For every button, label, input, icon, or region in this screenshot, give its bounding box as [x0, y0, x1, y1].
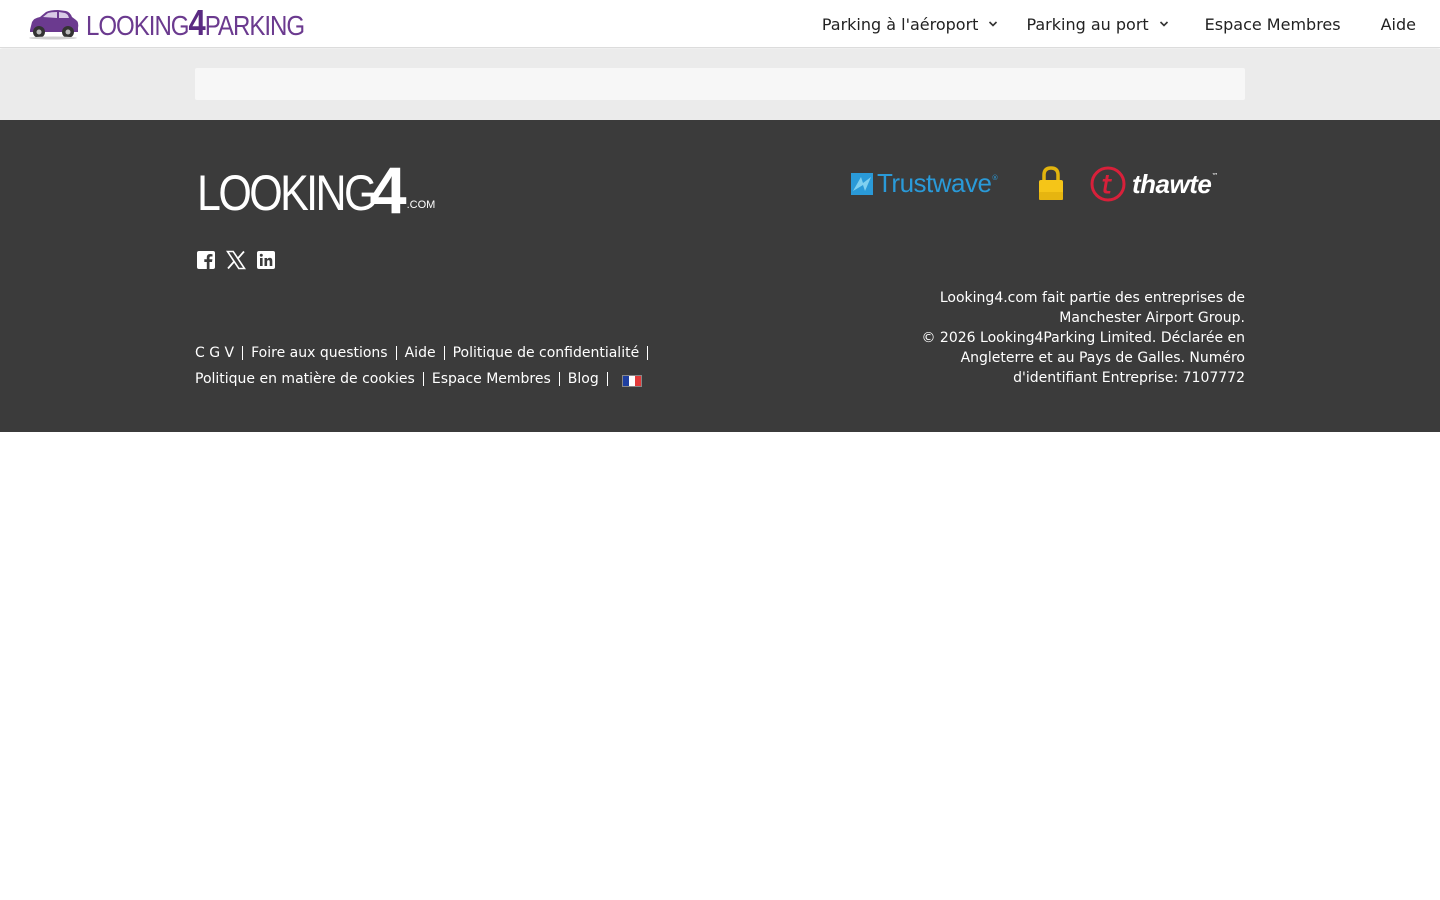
link-members-area[interactable]: Espace Membres: [432, 366, 551, 392]
car-logo-icon: [29, 10, 79, 40]
trustwave-registered-mark: ®: [991, 174, 999, 182]
brand-logo[interactable]: LOOKING 4 PARKING: [26, 1, 340, 43]
site-header: LOOKING 4 PARKING Parking à l'aéroport P…: [0, 0, 1440, 48]
linkedin-icon[interactable]: [256, 250, 276, 270]
trustwave-logo-icon: [851, 172, 873, 195]
nav-help[interactable]: Aide: [1381, 15, 1416, 34]
footer-logo-suffix: .COM: [406, 199, 436, 211]
legal-copyright-line: © 2026 Looking4Parking Limited. Déclarée…: [921, 330, 1245, 386]
link-faq[interactable]: Foire aux questions: [251, 340, 388, 366]
link-help[interactable]: Aide: [405, 340, 436, 366]
trustwave-badge[interactable]: Trustwave ®: [851, 168, 998, 199]
link-separator: [242, 346, 244, 360]
link-separator: [647, 346, 649, 360]
padlock-icon: [1039, 166, 1063, 200]
thawte-text: thawte: [1132, 168, 1212, 199]
x-icon[interactable]: [226, 250, 246, 270]
legal-group-line: Looking4.com fait partie des entreprises…: [939, 290, 1245, 326]
link-separator: [395, 346, 397, 360]
link-separator: [558, 372, 560, 386]
content-band: [0, 49, 1440, 120]
footer-links-row: Politique en matière de cookies Espace M…: [195, 366, 715, 392]
link-blog[interactable]: Blog: [568, 366, 599, 392]
nav-airport-parking[interactable]: Parking à l'aéroport: [822, 15, 999, 34]
main-nav: Parking à l'aéroport Parking au port Esp…: [822, 0, 1416, 48]
security-badges: Trustwave ® thawte ™: [851, 164, 1245, 204]
link-separator: [422, 372, 424, 386]
thawte-trademark: ™: [1211, 172, 1219, 180]
nav-help-label: Aide: [1380, 14, 1416, 34]
trustwave-text: Trustwave: [877, 168, 992, 198]
footer-logo-digit: 4: [369, 153, 407, 227]
brand-word-4: 4: [188, 1, 206, 43]
social-links: [196, 250, 276, 270]
french-flag-icon[interactable]: [621, 375, 642, 387]
legal-notice: Looking4.com fait partie des entreprises…: [915, 288, 1245, 388]
chevron-down-icon: [989, 21, 998, 27]
nav-airport-parking-label: Parking à l'aéroport: [821, 14, 979, 34]
brand-wordmark: LOOKING 4 PARKING: [86, 1, 305, 43]
footer-links-row: C G V Foire aux questions Aide Politique…: [195, 340, 715, 366]
facebook-icon[interactable]: [196, 250, 216, 270]
nav-members-area[interactable]: Espace Membres: [1205, 15, 1341, 34]
footer-logo[interactable]: LOOKING 4 .COM: [197, 153, 436, 227]
site-footer: LOOKING 4 .COM Trustwave ® thawte ™ C G …: [0, 120, 1440, 432]
thawte-badge[interactable]: thawte ™: [1090, 166, 1218, 202]
nav-port-parking-label: Parking au port: [1026, 14, 1149, 34]
empty-content-box: [195, 68, 1245, 100]
chevron-down-icon: [1159, 21, 1168, 27]
link-separator: [443, 346, 445, 360]
brand-word-parking: PARKING: [204, 9, 305, 41]
link-cookie-policy[interactable]: Politique en matière de cookies: [195, 366, 415, 392]
footer-links: C G V Foire aux questions Aide Politique…: [195, 340, 715, 392]
footer-logo-word: LOOKING: [197, 165, 377, 221]
link-separator: [606, 372, 608, 386]
thawte-logo-icon: [1090, 166, 1126, 202]
brand-word-looking: LOOKING: [86, 9, 190, 41]
link-privacy-policy[interactable]: Politique de confidentialité: [453, 340, 640, 366]
nav-port-parking[interactable]: Parking au port: [1026, 15, 1168, 34]
link-cgv[interactable]: C G V: [195, 340, 234, 366]
nav-members-area-label: Espace Membres: [1204, 14, 1341, 34]
